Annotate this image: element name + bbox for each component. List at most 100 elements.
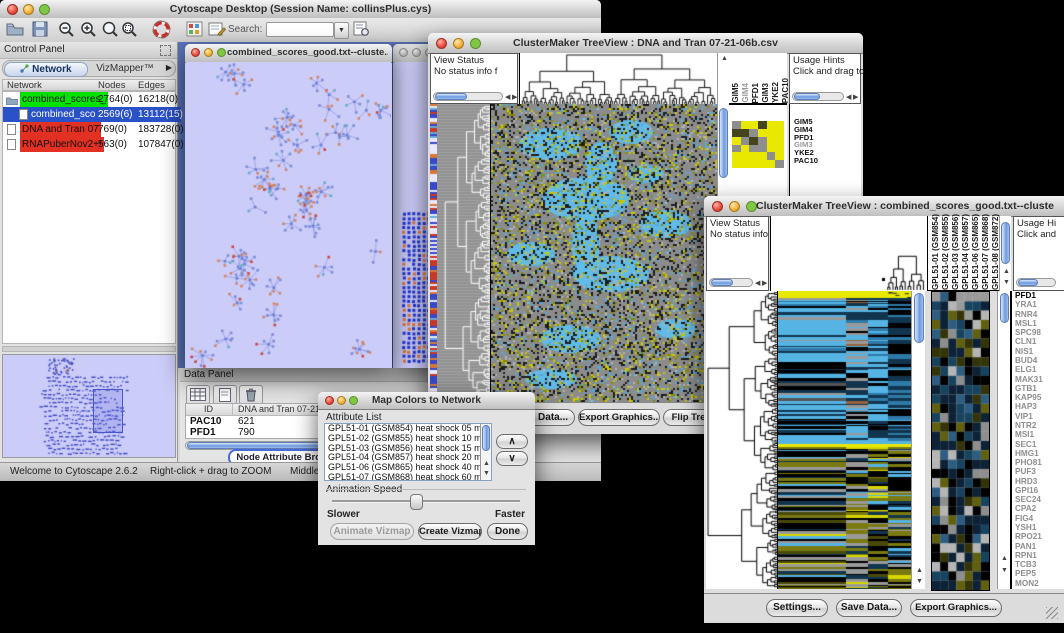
- scroll-right-icon[interactable]: ▶: [512, 94, 517, 101]
- zoom-window-button[interactable]: [217, 48, 226, 57]
- search-input[interactable]: [266, 22, 334, 37]
- id-column-header[interactable]: ID: [204, 404, 213, 414]
- gene-label[interactable]: TCB3: [1015, 560, 1043, 569]
- close-button[interactable]: [191, 48, 200, 57]
- gene-label[interactable]: BUD4: [1015, 356, 1043, 365]
- export-graphics-button[interactable]: Export Graphics...: [578, 409, 660, 426]
- gene-label[interactable]: GTB1: [1015, 384, 1043, 393]
- gene-label[interactable]: ELG1: [1015, 365, 1043, 374]
- create-vizmap-button[interactable]: Create Vizmap: [418, 523, 482, 540]
- column-label[interactable]: GPL51-03 (GSM856): [951, 214, 960, 290]
- treeview2-column-dendrogram[interactable]: [770, 216, 927, 291]
- move-down-button[interactable]: ∨: [496, 451, 528, 466]
- gene-label[interactable]: RNR4: [1015, 310, 1043, 319]
- treeview2-heatmap[interactable]: [777, 291, 912, 589]
- column-label[interactable]: GIM5: [731, 83, 740, 103]
- help-ring-icon[interactable]: [152, 20, 171, 39]
- network-row-combined-scores[interactable]: combined_scores_ 2764(0) 16218(0): [3, 92, 181, 107]
- gene-label[interactable]: SEC24: [1015, 495, 1043, 504]
- close-button[interactable]: [399, 48, 408, 57]
- gene-label[interactable]: FIG4: [1015, 514, 1043, 523]
- gene-label[interactable]: HMG1: [1015, 449, 1043, 458]
- speed-slider-thumb[interactable]: [410, 494, 423, 510]
- gene-label[interactable]: MSL1: [1015, 319, 1043, 328]
- scroll-down-icon[interactable]: ▼: [1003, 279, 1010, 286]
- save-data-button[interactable]: Save Data...: [836, 599, 902, 617]
- scroll-up-icon[interactable]: ▲: [483, 460, 490, 467]
- attribute-listbox[interactable]: GPL51-01 (GSM854) heat shock 05 minGPL51…: [324, 423, 492, 481]
- column-label[interactable]: GPL51-07 (GSM868): [981, 214, 990, 290]
- usage-hints-scrollbar[interactable]: [792, 92, 844, 101]
- scroll-up-icon[interactable]: ▲: [1001, 555, 1008, 562]
- gene-label[interactable]: HAP3: [1015, 402, 1043, 411]
- move-up-button[interactable]: ∧: [496, 434, 528, 449]
- column-label[interactable]: GPL51-06 (GSM865): [971, 214, 980, 290]
- vizmapper-icon[interactable]: [186, 21, 203, 37]
- gene-label[interactable]: CLN1: [1015, 337, 1043, 346]
- minimize-button[interactable]: [729, 201, 740, 212]
- view-status-scrollbar[interactable]: [709, 278, 753, 287]
- treeview1-title-bar[interactable]: ClusterMaker TreeView : DNA and Tran 07-…: [428, 33, 863, 54]
- gene-label[interactable]: PFD1: [1015, 291, 1043, 300]
- treeview2-zoom-heatmap[interactable]: [931, 291, 990, 591]
- column-label[interactable]: GIM4: [741, 83, 750, 103]
- row-pac10-id[interactable]: PAC10: [190, 416, 222, 427]
- network1-canvas[interactable]: [186, 62, 391, 368]
- scroll-right-icon[interactable]: ▶: [762, 280, 767, 287]
- gene-label[interactable]: NTR2: [1015, 421, 1043, 430]
- zoom-in-icon[interactable]: [80, 21, 98, 38]
- treeview1-heatmap[interactable]: [490, 104, 718, 402]
- data-panel-table-icon[interactable]: [186, 385, 210, 405]
- close-button[interactable]: [712, 201, 723, 212]
- open-file-icon[interactable]: [6, 21, 24, 37]
- data-panel-trash-icon[interactable]: [239, 385, 263, 405]
- network1-title-bar[interactable]: combined_scores_good.txt--cluste...: [185, 44, 392, 63]
- dialog-title-bar[interactable]: Map Colors to Network: [318, 392, 535, 410]
- gene-label[interactable]: HRD3: [1015, 477, 1043, 486]
- gene-label[interactable]: RPO21: [1015, 532, 1043, 541]
- scroll-right-icon[interactable]: ▶: [853, 94, 858, 101]
- treeview2-row-dendrogram[interactable]: [706, 291, 777, 589]
- gene-label[interactable]: NIS1: [1015, 347, 1043, 356]
- gene-label[interactable]: PHO81: [1015, 458, 1043, 467]
- save-icon[interactable]: [32, 21, 48, 37]
- gene-label[interactable]: RPN1: [1015, 551, 1043, 560]
- zoom-selected-icon[interactable]: [121, 21, 139, 38]
- column-label[interactable]: GPL51-02 (GSM855): [941, 214, 950, 290]
- view-status-scrollbar[interactable]: [433, 92, 503, 101]
- search-dropdown-icon[interactable]: ▼: [334, 22, 349, 39]
- birdseye-view[interactable]: [2, 354, 176, 458]
- tab-vizmapper[interactable]: VizMapper™: [89, 62, 161, 75]
- network-row-selected[interactable]: combined_sco 2569(6) 13112(15): [3, 107, 181, 122]
- scroll-up-icon[interactable]: ▲: [916, 567, 923, 574]
- column-label[interactable]: GPL51-01 (GSM854): [931, 214, 940, 290]
- column-label[interactable]: PFD1: [751, 83, 760, 103]
- annotation-icon[interactable]: [208, 21, 226, 37]
- gene-label[interactable]: VIP1: [1015, 412, 1043, 421]
- attribute-item[interactable]: GPL51-07 (GSM868) heat shock 60 min: [325, 473, 491, 481]
- treeview1-row-dendrogram[interactable]: [437, 104, 490, 402]
- panel-divider[interactable]: [2, 346, 176, 352]
- float-panel-icon[interactable]: [160, 45, 171, 56]
- scroll-left-icon[interactable]: ◀: [755, 280, 760, 287]
- gene-label[interactable]: YRA1: [1015, 300, 1043, 309]
- treeview1-column-dendrogram[interactable]: [519, 53, 717, 104]
- birdseye-viewport-rect[interactable]: [93, 389, 123, 433]
- export-graphics-button[interactable]: Export Graphics...: [910, 599, 1002, 617]
- gene-label[interactable]: GPI16: [1015, 486, 1043, 495]
- search-config-icon[interactable]: [353, 21, 370, 37]
- gene-label[interactable]: PEP5: [1015, 569, 1043, 578]
- tab-overflow-arrow[interactable]: ▶: [166, 63, 172, 72]
- speed-slider-track[interactable]: [332, 500, 520, 503]
- column-label[interactable]: GIM3: [761, 83, 770, 103]
- done-button[interactable]: Done: [487, 523, 528, 540]
- usage-hints-scrollbar[interactable]: [1016, 278, 1056, 287]
- zoom-fit-icon[interactable]: [101, 21, 120, 38]
- treeview2-title-bar[interactable]: ClusterMaker TreeView : combined_scores_…: [704, 196, 1064, 217]
- minimize-button[interactable]: [204, 48, 213, 57]
- column-label[interactable]: GPL51-04 (GSM857): [961, 214, 970, 290]
- treeview2-zoom-vscrollbar[interactable]: ▲ ▼: [997, 291, 1010, 589]
- column-label[interactable]: YKE2: [771, 82, 780, 103]
- row-pfd1-value[interactable]: 790: [238, 427, 255, 438]
- treeview1-col-scroll[interactable]: ▲: [717, 53, 729, 104]
